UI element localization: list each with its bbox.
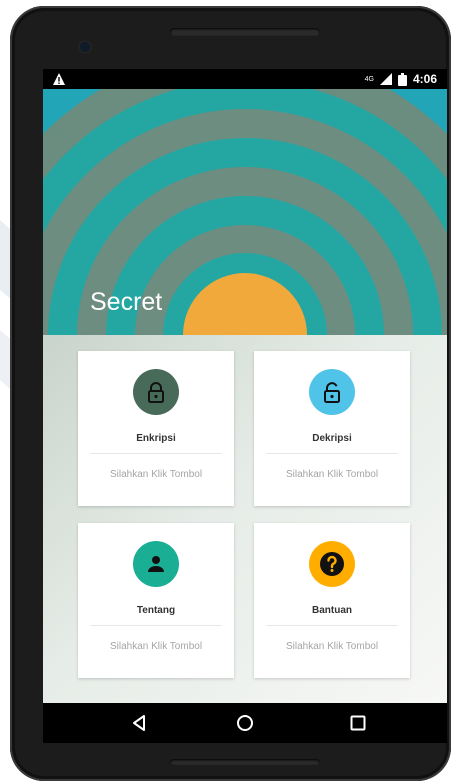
battery-icon <box>397 72 407 86</box>
phone-frame: 4G 4:06 Secret Enkripsi Silahkan Klik To… <box>10 6 451 781</box>
encrypt-card-subtitle: Silahkan Klik Tombol <box>109 469 203 480</box>
about-card-title: Tentang <box>136 605 176 616</box>
signal-icon <box>379 73 392 85</box>
about-card-subtitle: Silahkan Klik Tombol <box>109 641 203 652</box>
card-divider <box>90 453 222 454</box>
recents-icon[interactable] <box>348 713 368 733</box>
app-title: Secret <box>90 288 163 316</box>
home-icon[interactable] <box>235 713 255 733</box>
lock-open-icon <box>324 382 340 403</box>
help-card-title: Bantuan <box>312 605 352 616</box>
status-time: 4:06 <box>412 72 437 86</box>
network-type: 4G <box>364 75 374 83</box>
about-icon-circle <box>133 541 179 587</box>
warning-icon <box>53 73 65 85</box>
help-icon-circle <box>309 541 355 587</box>
earpiece-speaker <box>170 28 320 36</box>
front-camera <box>80 42 90 52</box>
menu-grid: Enkripsi Silahkan Klik Tombol Dekripsi S… <box>43 335 447 703</box>
card-divider <box>266 453 398 454</box>
help-icon <box>320 552 344 576</box>
encrypt-card[interactable]: Enkripsi Silahkan Klik Tombol <box>78 351 234 506</box>
about-card[interactable]: Tentang Silahkan Klik Tombol <box>78 523 234 678</box>
back-icon[interactable] <box>130 713 150 733</box>
person-icon <box>148 556 164 572</box>
lock-closed-icon <box>148 382 164 403</box>
encrypt-icon-circle <box>133 369 179 415</box>
decrypt-icon-circle <box>309 369 355 415</box>
help-card[interactable]: Bantuan Silahkan Klik Tombol <box>254 523 410 678</box>
decrypt-card[interactable]: Dekripsi Silahkan Klik Tombol <box>254 351 410 506</box>
hero-banner: Secret <box>43 89 447 335</box>
card-divider <box>90 625 222 626</box>
status-bar: 4G 4:06 <box>43 69 447 89</box>
decrypt-card-title: Dekripsi <box>312 433 352 444</box>
bottom-speaker <box>170 759 320 765</box>
card-divider <box>266 625 398 626</box>
device-screen: 4G 4:06 Secret Enkripsi Silahkan Klik To… <box>43 69 447 743</box>
encrypt-card-title: Enkripsi <box>136 433 176 444</box>
help-card-subtitle: Silahkan Klik Tombol <box>285 641 379 652</box>
navigation-bar <box>43 703 447 743</box>
decrypt-card-subtitle: Silahkan Klik Tombol <box>285 469 379 480</box>
